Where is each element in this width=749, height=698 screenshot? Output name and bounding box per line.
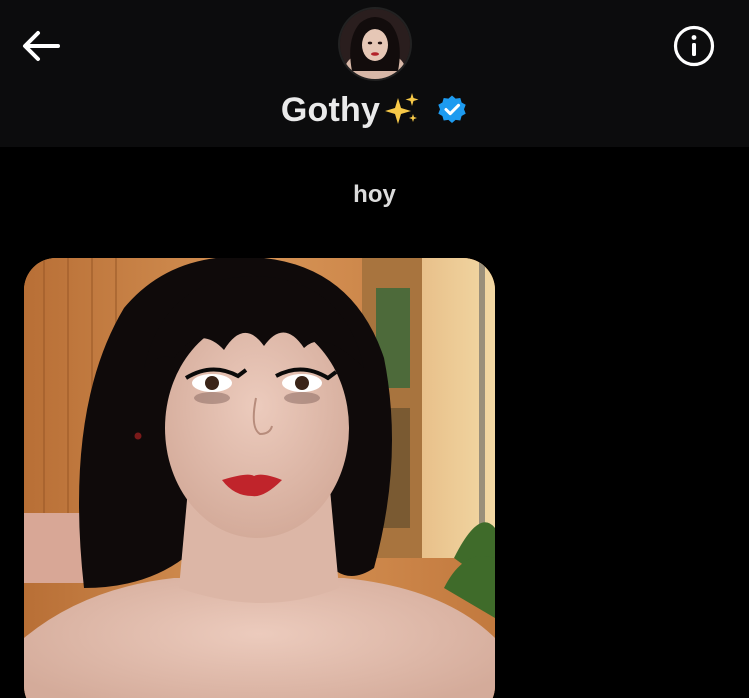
avatar-image: [340, 9, 410, 79]
contact-avatar[interactable]: [340, 9, 410, 79]
arrow-left-icon: [23, 31, 60, 61]
dm-conversation-screen: Gothy hoy: [0, 0, 749, 698]
sparkles-icon: [385, 93, 419, 124]
contact-title[interactable]: Gothy: [0, 88, 749, 132]
conversation-header: Gothy: [0, 0, 749, 147]
info-circle-icon: [673, 25, 715, 67]
photo-message[interactable]: [24, 258, 495, 698]
back-button[interactable]: [18, 26, 64, 66]
message-photo: [24, 258, 495, 698]
info-button[interactable]: [670, 22, 718, 70]
date-separator: hoy: [353, 181, 396, 208]
contact-name: Gothy: [280, 91, 381, 129]
verified-badge-icon: [438, 95, 466, 123]
